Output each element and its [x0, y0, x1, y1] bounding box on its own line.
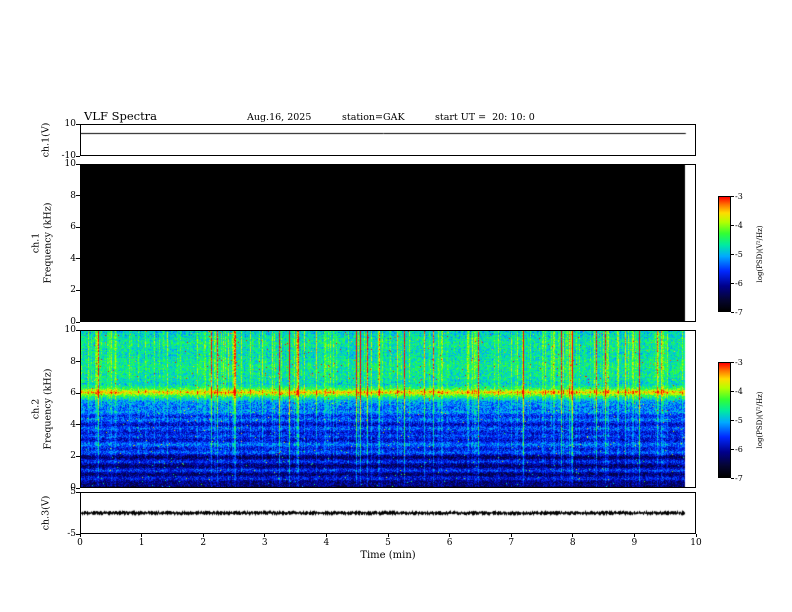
x-tick-label: 0	[77, 538, 83, 548]
colorbar-tick-mark	[731, 195, 734, 197]
y-tick-label: 8	[70, 190, 76, 201]
ch1-spectrogram-axis-label-line2: Frequency (kHz)	[42, 202, 54, 284]
y-tick-mark	[76, 361, 80, 363]
y-tick-label: 6	[70, 222, 76, 233]
colorbar-tick-label: -4	[735, 387, 743, 396]
x-tick-mark	[141, 534, 143, 537]
colorbar-tick-mark	[731, 224, 734, 226]
y-tick-label: 10	[64, 325, 76, 335]
y-tick-mark	[76, 155, 80, 157]
y-tick-mark	[76, 491, 80, 493]
x-tick-mark	[449, 534, 451, 537]
station-label: station=GAK	[342, 112, 405, 123]
colorbar-gradient	[719, 363, 730, 477]
y-tick-mark	[76, 321, 80, 323]
ch3-voltage-axis-label: ch.3(V)	[40, 495, 52, 531]
y-tick-mark	[76, 392, 80, 394]
colorbar-tick-label: -4	[735, 221, 743, 230]
x-tick-label: 7	[508, 538, 515, 548]
ch1-voltage-axis-label: ch.1(V)	[40, 122, 52, 158]
x-tick-label: 1	[138, 538, 145, 548]
colorbar-tick-label: -7	[735, 474, 743, 483]
plot-title: VLF Spectra	[84, 109, 158, 123]
y-tick-label: 10	[64, 159, 76, 169]
panel-ch3-voltage	[80, 492, 696, 534]
x-tick-mark	[510, 534, 512, 537]
y-tick-mark	[76, 123, 80, 125]
x-tick-mark	[79, 534, 81, 537]
colorbar-tick-label: -6	[735, 445, 743, 454]
colorbar-ch2-label: log(PSD)(V²/Hz)	[756, 391, 764, 449]
y-tick-label: 4	[70, 419, 76, 430]
x-tick-mark	[387, 534, 389, 537]
x-tick-mark	[572, 534, 574, 537]
x-tick-label: 5	[385, 538, 391, 548]
y-tick-mark	[76, 424, 80, 426]
colorbar-tick-mark	[731, 311, 734, 313]
y-tick-mark	[76, 226, 80, 228]
vlf-spectra-figure: VLF Spectra Aug.16, 2025 station=GAK sta…	[0, 0, 792, 612]
time-axis-label: Time (min)	[360, 550, 416, 561]
ch2-spectrogram-canvas	[81, 331, 695, 487]
colorbar-ch1	[718, 196, 731, 312]
y-tick-label: 2	[70, 451, 76, 462]
y-tick-label: 5	[70, 487, 76, 497]
ch3-voltage-trace-canvas	[81, 493, 695, 533]
ch1-spectrogram-canvas	[81, 165, 695, 321]
start-ut-label: start UT = 20: 10: 0	[435, 112, 535, 123]
x-tick-label: 9	[631, 538, 638, 548]
x-tick-mark	[264, 534, 266, 537]
y-tick-mark	[76, 195, 80, 197]
y-tick-label: 10	[64, 119, 76, 129]
colorbar-tick-mark	[731, 361, 734, 363]
x-tick-mark	[325, 534, 327, 537]
y-tick-mark	[76, 163, 80, 165]
y-tick-mark	[76, 258, 80, 260]
y-tick-mark	[76, 329, 80, 331]
panel-ch1-spectrogram	[80, 164, 696, 322]
colorbar-tick-label: -3	[735, 358, 743, 367]
date-label: Aug.16, 2025	[247, 112, 312, 123]
y-tick-label: 6	[70, 388, 76, 399]
colorbar-tick-mark	[731, 448, 734, 450]
y-tick-mark	[76, 455, 80, 457]
x-tick-mark	[202, 534, 204, 537]
colorbar-tick-mark	[731, 390, 734, 392]
colorbar-tick-label: -5	[735, 250, 743, 259]
y-tick-label: 4	[70, 253, 76, 264]
x-tick-label: 8	[569, 538, 576, 548]
x-tick-label: 3	[261, 538, 268, 548]
colorbar-tick-mark	[731, 419, 734, 421]
panel-ch2-spectrogram	[80, 330, 696, 488]
colorbar-ch1-label: log(PSD)(V²/Hz)	[756, 225, 764, 283]
x-tick-label: 2	[200, 538, 207, 548]
x-tick-label: 10	[690, 538, 702, 548]
colorbar-tick-mark	[731, 282, 734, 284]
colorbar-tick-mark	[731, 477, 734, 479]
y-tick-mark	[76, 487, 80, 489]
ch1-spectrogram-axis-label-line1: ch.1	[30, 232, 42, 254]
x-tick-label: 6	[446, 538, 453, 548]
x-tick-mark	[633, 534, 635, 537]
colorbar-tick-label: -3	[735, 192, 743, 201]
colorbar-ch2	[718, 362, 731, 478]
x-tick-mark	[695, 534, 697, 537]
y-tick-mark	[76, 289, 80, 291]
y-tick-label: 2	[70, 285, 76, 296]
colorbar-tick-label: -6	[735, 279, 743, 288]
colorbar-tick-mark	[731, 253, 734, 255]
panel-ch1-voltage	[80, 124, 696, 156]
colorbar-tick-label: -5	[735, 416, 743, 425]
x-tick-label: 4	[323, 538, 330, 548]
colorbar-tick-label: -7	[735, 308, 743, 317]
y-tick-label: 8	[70, 356, 76, 367]
ch2-spectrogram-axis-label-line1: ch.2	[30, 398, 42, 420]
ch2-spectrogram-axis-label-line2: Frequency (kHz)	[42, 368, 54, 450]
colorbar-gradient	[719, 197, 730, 311]
ch1-voltage-trace-canvas	[81, 125, 695, 155]
